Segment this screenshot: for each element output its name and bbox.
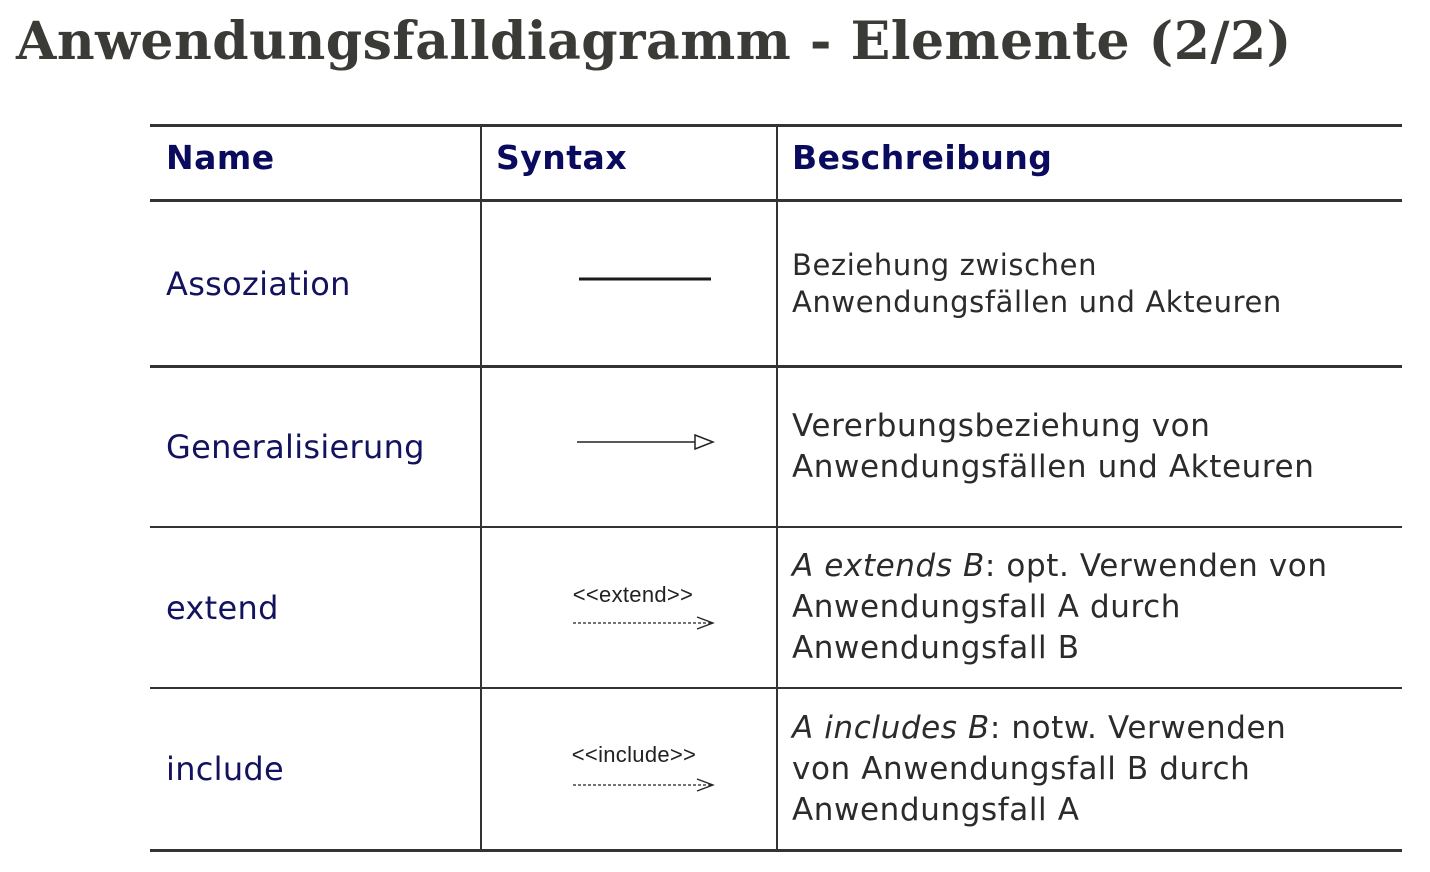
header-syntax: Syntax <box>496 137 628 177</box>
description-line: Anwendungsfällen und Akteuren <box>792 284 1282 319</box>
description-line: Anwendungsfall A durch <box>792 589 1182 625</box>
description-line: Beziehung zwischen <box>792 247 1098 282</box>
header-name: Name <box>166 137 275 177</box>
row-description-include: A includes B: notw. Verwenden von Anwend… <box>792 689 1392 849</box>
syntax-cell-assoziation <box>482 202 776 365</box>
hollow-triangle-arrow-icon <box>577 433 715 451</box>
row-name-generalisierung: Generalisierung <box>166 428 425 466</box>
header-description: Beschreibung <box>792 137 1053 177</box>
row-description-assoziation: Beziehung zwischen Anwendungsfällen und … <box>792 202 1392 365</box>
row-name-include: include <box>166 750 285 788</box>
description-first-line: A extends B: opt. Verwenden von <box>792 546 1328 587</box>
description-italic: A extends B <box>792 548 985 584</box>
description-line: Vererbungsbeziehung von <box>792 408 1211 444</box>
solid-line-icon <box>579 277 711 280</box>
column-divider <box>776 124 778 852</box>
syntax-cell-extend: <<extend>> <box>482 528 776 687</box>
dashed-open-arrow-icon <box>573 778 715 792</box>
description-rest: : notw. Verwenden <box>989 709 1287 746</box>
row-name-assoziation: Assoziation <box>166 264 351 303</box>
description-italic: A includes B <box>792 709 990 746</box>
syntax-cell-include: <<include>> <box>482 689 776 849</box>
description-first-line: A includes B: notw. Verwenden <box>792 708 1286 749</box>
elements-table: Name Syntax Beschreibung Assoziation Bez… <box>150 124 1402 852</box>
row-name-extend: extend <box>166 588 279 627</box>
row-description-extend: A extends B: opt. Verwenden von Anwendun… <box>792 528 1392 687</box>
extend-stereotype-label: <<extend>> <box>572 581 694 607</box>
include-stereotype-label: <<include>> <box>571 742 697 767</box>
page-title: Anwendungsfalldiagramm - Elemente (2/2) <box>16 11 1292 72</box>
description-line: Anwendungsfall A <box>792 791 1080 828</box>
description-line: Anwendungsfall B <box>792 630 1080 666</box>
syntax-cell-generalisierung <box>482 368 776 526</box>
description-line: von Anwendungsfall B durch <box>792 750 1251 787</box>
description-line: Anwendungsfällen und Akteuren <box>792 449 1315 485</box>
dashed-open-arrow-icon <box>573 615 715 630</box>
description-rest: : opt. Verwenden von <box>984 548 1328 584</box>
row-description-generalisierung: Vererbungsbeziehung von Anwendungsfällen… <box>792 368 1392 526</box>
